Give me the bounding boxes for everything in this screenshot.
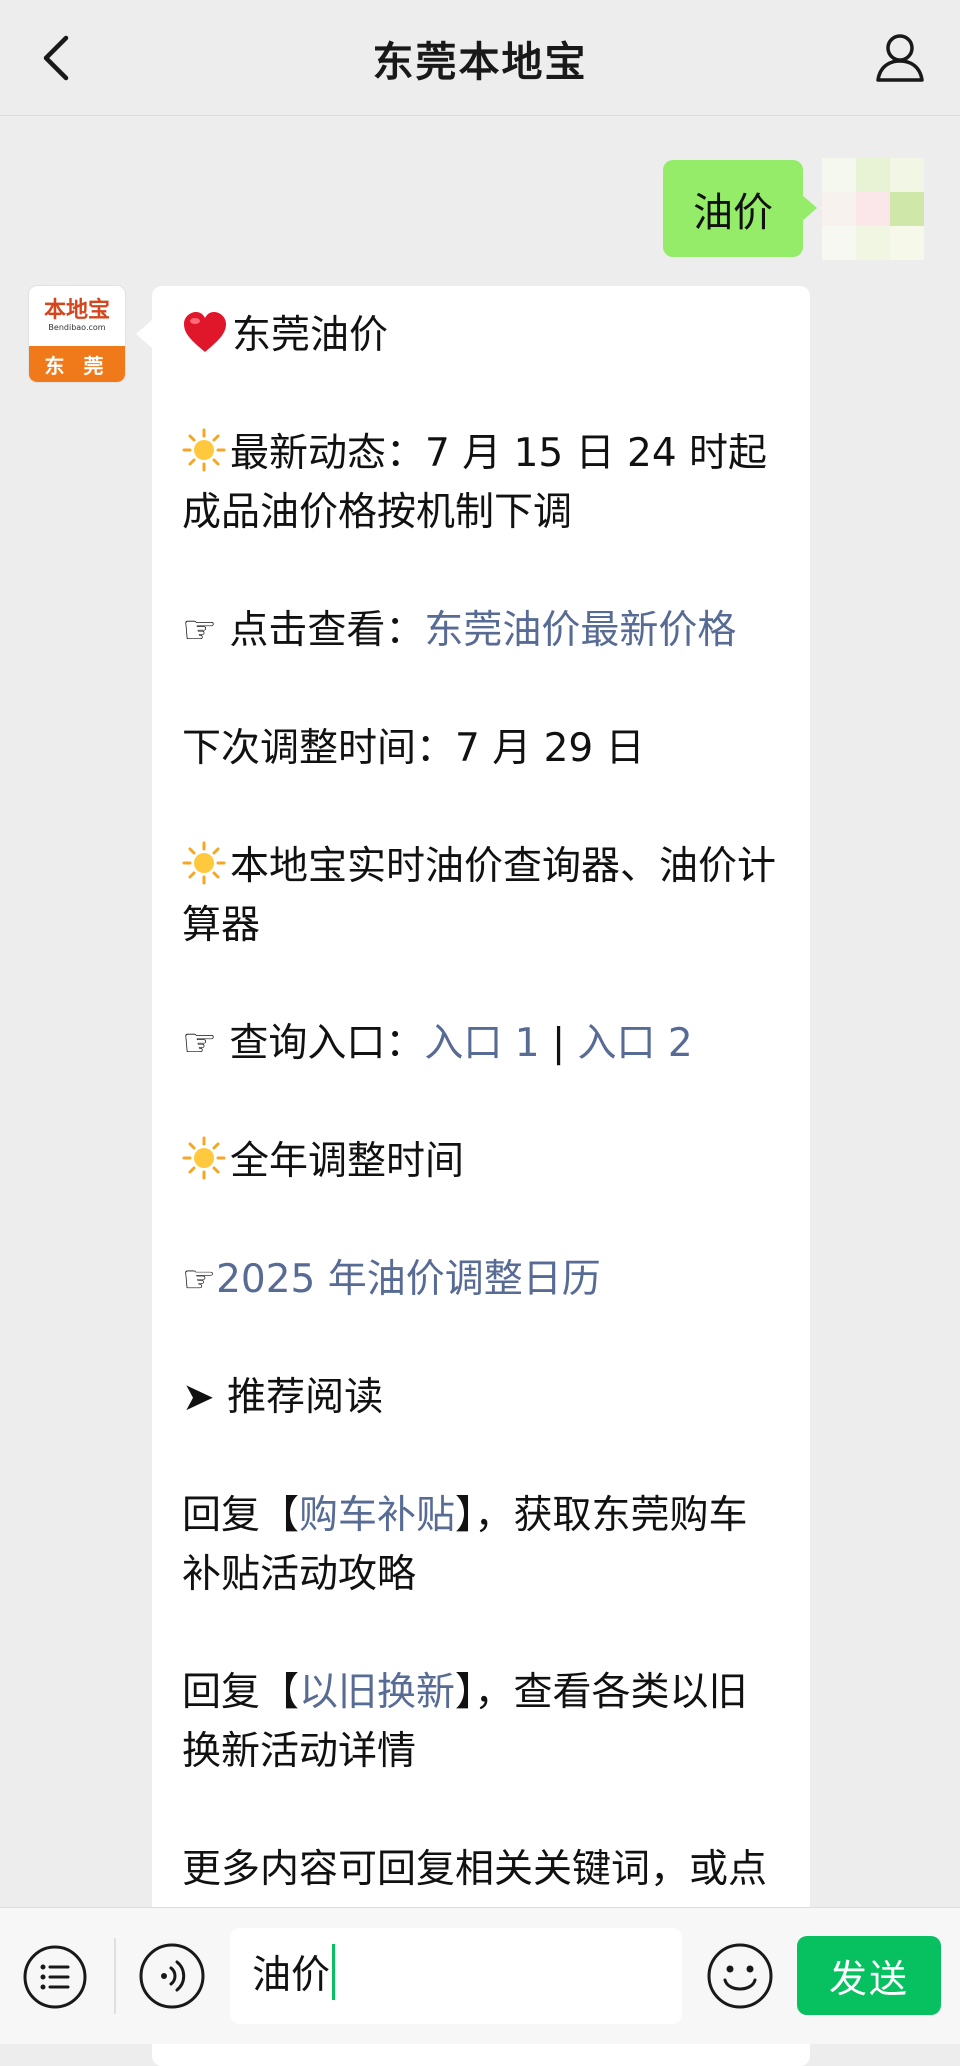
- latest-line: 最新动态：7 月 15 日 24 时起成品油价格按机制下调: [182, 424, 782, 542]
- input-bar: 油价 发送: [0, 1907, 960, 2044]
- avatar-city-label: 东 莞: [29, 346, 125, 382]
- sun-icon: [182, 841, 226, 885]
- pointing-hand-icon: ☞: [182, 1257, 217, 1301]
- send-button[interactable]: 发送: [797, 1936, 941, 2015]
- page-title: 东莞本地宝: [372, 37, 588, 86]
- my-message-text: 油价: [693, 189, 773, 236]
- my-avatar[interactable]: [822, 158, 924, 260]
- next-adjust-line: 下次调整时间：7 月 29 日: [182, 726, 645, 771]
- tools-line: 本地宝实时油价查询器、油价计算器: [182, 837, 782, 955]
- bot-avatar[interactable]: 本地宝 Bendibao.com 东 莞: [29, 286, 125, 382]
- bot-message-bubble: 东莞油价 最新动态：7 月 15 日 24 时起成品油价格按机制下调 ☞ 点击查…: [136, 286, 810, 2066]
- my-message-bubble[interactable]: 油价: [663, 160, 817, 257]
- reply1-line: 回复【购车补贴】，获取东莞购车补贴活动攻略: [182, 1493, 748, 1597]
- list-menu-icon[interactable]: [22, 1944, 88, 2010]
- car-subsidy-link[interactable]: 购车补贴: [299, 1493, 455, 1538]
- heart-icon: [184, 312, 226, 352]
- voice-icon[interactable]: [138, 1942, 206, 2010]
- entry-link-1[interactable]: 入口 1: [424, 1021, 539, 1066]
- text-caret: [332, 1944, 336, 2000]
- sun-icon: [182, 1136, 226, 1180]
- smiley-icon[interactable]: [706, 1942, 774, 2010]
- person-icon[interactable]: [870, 28, 930, 88]
- latest-oil-price-link[interactable]: 东莞油价最新价格: [424, 608, 736, 653]
- recommend-line: ➤ 推荐阅读: [182, 1375, 384, 1420]
- trade-in-link[interactable]: 以旧换新: [299, 1670, 455, 1715]
- calendar-link[interactable]: 2025 年油价调整日历: [216, 1257, 601, 1302]
- reply2-line: 回复【以旧换新】，查看各类以旧换新活动详情: [182, 1670, 748, 1774]
- chevron-left-icon[interactable]: [30, 28, 86, 88]
- sun-icon: [182, 428, 226, 472]
- input-bar-divider: [114, 1938, 116, 2014]
- top-bar: 东莞本地宝: [0, 0, 960, 115]
- bendibao-logo: 本地宝 Bendibao.com: [43, 298, 110, 333]
- heading-line: 东莞油价: [182, 306, 782, 365]
- yearly-line: 全年调整时间: [182, 1132, 782, 1191]
- click-view-line: ☞ 点击查看：东莞油价最新价格: [182, 608, 737, 653]
- calendar-line: ☞2025 年油价调整日历: [182, 1250, 782, 1309]
- entry-line: ☞ 查询入口：入口 1 | 入口 2: [182, 1021, 693, 1066]
- message-input[interactable]: 油价: [230, 1928, 682, 2024]
- entry-link-2[interactable]: 入口 2: [578, 1021, 693, 1066]
- header-divider: [0, 115, 960, 116]
- bot-message-content: 东莞油价 最新动态：7 月 15 日 24 时起成品油价格按机制下调 ☞ 点击查…: [182, 306, 782, 1899]
- more-line: 更多内容可回复相关关键词，或点: [182, 1847, 768, 1892]
